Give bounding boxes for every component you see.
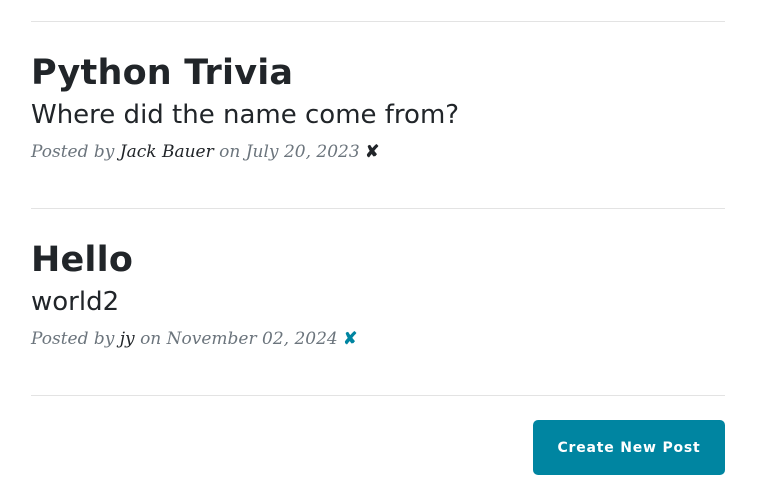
- post-preview: Python Trivia Where did the name come fr…: [31, 52, 725, 164]
- post-title[interactable]: Python Trivia: [31, 52, 725, 94]
- post-title[interactable]: Hello: [31, 239, 725, 281]
- post-subtitle[interactable]: world2: [31, 285, 725, 319]
- post-date: November 02, 2024: [166, 329, 338, 349]
- meta-on: on: [140, 329, 162, 349]
- post-meta: Posted by Jack Bauer on July 20, 2023 ✘: [31, 140, 725, 164]
- divider: [31, 395, 725, 396]
- post-list: Python Trivia Where did the name come fr…: [0, 0, 763, 486]
- post-subtitle[interactable]: Where did the name come from?: [31, 98, 725, 132]
- create-new-post-button[interactable]: Create New Post: [533, 420, 725, 475]
- delete-icon[interactable]: ✘: [343, 329, 357, 349]
- divider: [31, 208, 725, 209]
- meta-prefix: Posted by: [31, 329, 115, 349]
- post-meta: Posted by jy on November 02, 2024 ✘: [31, 327, 725, 351]
- post-preview: Hello world2 Posted by jy on November 02…: [31, 239, 725, 351]
- post-author[interactable]: jy: [120, 329, 135, 349]
- delete-icon[interactable]: ✘: [365, 142, 379, 162]
- post-author[interactable]: Jack Bauer: [120, 142, 214, 162]
- meta-on: on: [219, 142, 241, 162]
- post-date: July 20, 2023: [245, 142, 360, 162]
- divider: [31, 21, 725, 22]
- meta-prefix: Posted by: [31, 142, 115, 162]
